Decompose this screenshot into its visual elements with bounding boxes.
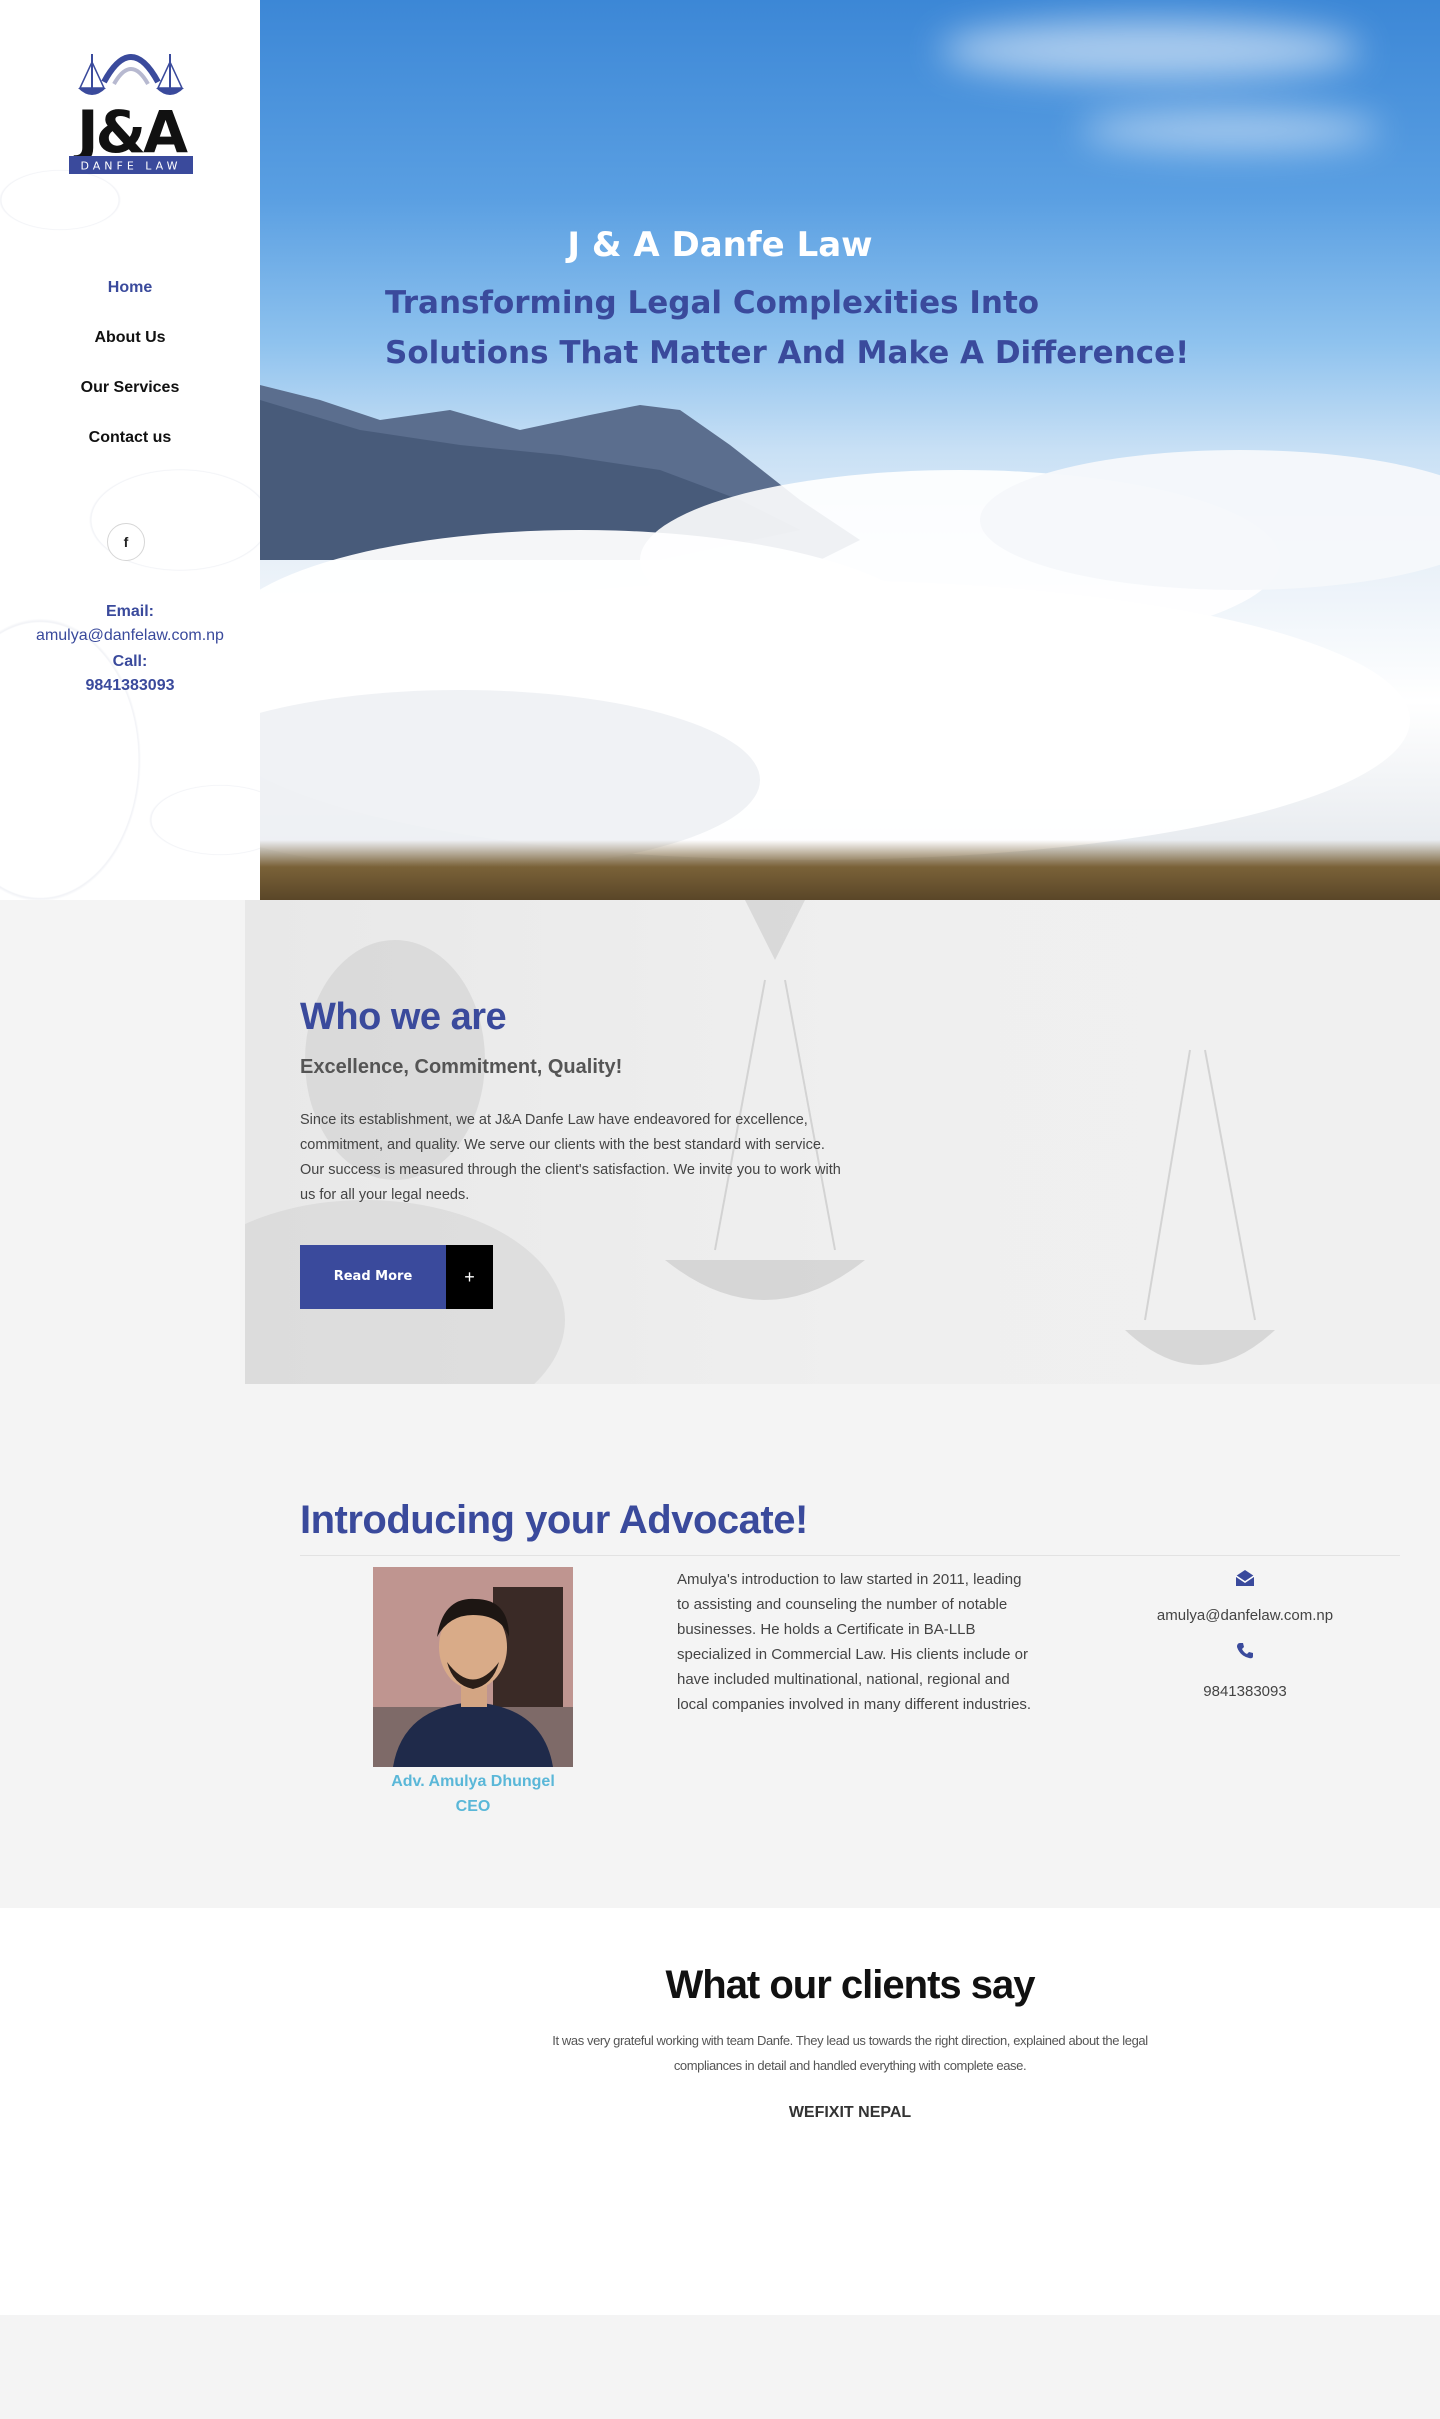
who-heading: Who we are xyxy=(300,996,507,1038)
footer xyxy=(0,2315,1440,2419)
phone-icon xyxy=(1095,1641,1395,1671)
who-subheading: Excellence, Commitment, Quality! xyxy=(300,1056,623,1078)
main-nav: Home About Us Our Services Contact us xyxy=(0,276,260,476)
advocate-photo xyxy=(373,1567,573,1767)
hero-banner: J & A Danfe Law Transforming Legal Compl… xyxy=(260,0,1440,900)
testimonials-heading: What our clients say xyxy=(665,1963,1036,2007)
advocate-phone[interactable]: 9841383093 xyxy=(1095,1677,1395,1707)
hero-subtitle: Transforming Legal Complexities Into Sol… xyxy=(385,278,1285,378)
testimonial-quote: It was very grateful working with team D… xyxy=(552,2033,1148,2073)
email-label: Email: xyxy=(105,603,154,620)
testimonial-client: WEFIXIT NEPAL xyxy=(788,2104,912,2121)
testimonials-section: What our clients say It was very gratefu… xyxy=(0,1908,1440,2315)
email-link[interactable]: amulya@danfelaw.com.np xyxy=(0,624,260,648)
nav-item-about[interactable]: About Us xyxy=(0,326,260,376)
hero-title: J & A Danfe Law xyxy=(567,225,873,265)
advocate-name-block: Adv. Amulya Dhungel CEO xyxy=(350,1769,596,1819)
advocate-section: Introducing your Advocate! Adv. Amulya D… xyxy=(245,1384,1440,1908)
advocate-contact: amulya@danfelaw.com.np 9841383093 xyxy=(1095,1567,1395,1707)
advocate-heading: Introducing your Advocate! xyxy=(300,1498,808,1542)
advocate-role: CEO xyxy=(455,1798,491,1815)
advocate-name: Adv. Amulya Dhungel xyxy=(391,1773,555,1790)
hero-subtitle-line2: Solutions That Matter And Make A Differe… xyxy=(385,335,1190,371)
grass-foreground xyxy=(260,840,1440,900)
logo-text: J&A xyxy=(73,98,188,166)
call-label: Call: xyxy=(112,653,148,670)
logo[interactable]: J&A DANFE LAW xyxy=(66,40,196,180)
plus-icon[interactable]: + xyxy=(446,1245,493,1309)
sidebar: J&A DANFE LAW Home About Us Our Services… xyxy=(0,0,260,900)
nav-item-home[interactable]: Home xyxy=(0,276,260,326)
nav-item-services[interactable]: Our Services xyxy=(0,376,260,426)
divider xyxy=(300,1555,1400,1556)
envelope-icon xyxy=(1095,1567,1395,1597)
who-body: Since its establishment, we at J&A Danfe… xyxy=(300,1112,841,1203)
advocate-bio: Amulya's introduction to law started in … xyxy=(677,1571,1032,1713)
hero-subtitle-line1: Transforming Legal Complexities Into xyxy=(385,285,1040,321)
mountain-image xyxy=(260,385,1440,870)
advocate-email[interactable]: amulya@danfelaw.com.np xyxy=(1095,1601,1395,1631)
nav-item-contact[interactable]: Contact us xyxy=(0,426,260,476)
read-more-label[interactable]: Read More xyxy=(300,1245,446,1309)
read-more-button[interactable]: Read More + xyxy=(300,1245,493,1309)
logo-subtext: DANFE LAW xyxy=(81,160,182,173)
sidebar-contact: Email: amulya@danfelaw.com.np Call: 9841… xyxy=(0,600,260,698)
who-we-are-section: Who we are Excellence, Commitment, Quali… xyxy=(245,900,1440,1384)
facebook-icon[interactable]: f xyxy=(107,523,145,561)
phone-link[interactable]: 9841383093 xyxy=(0,674,260,698)
